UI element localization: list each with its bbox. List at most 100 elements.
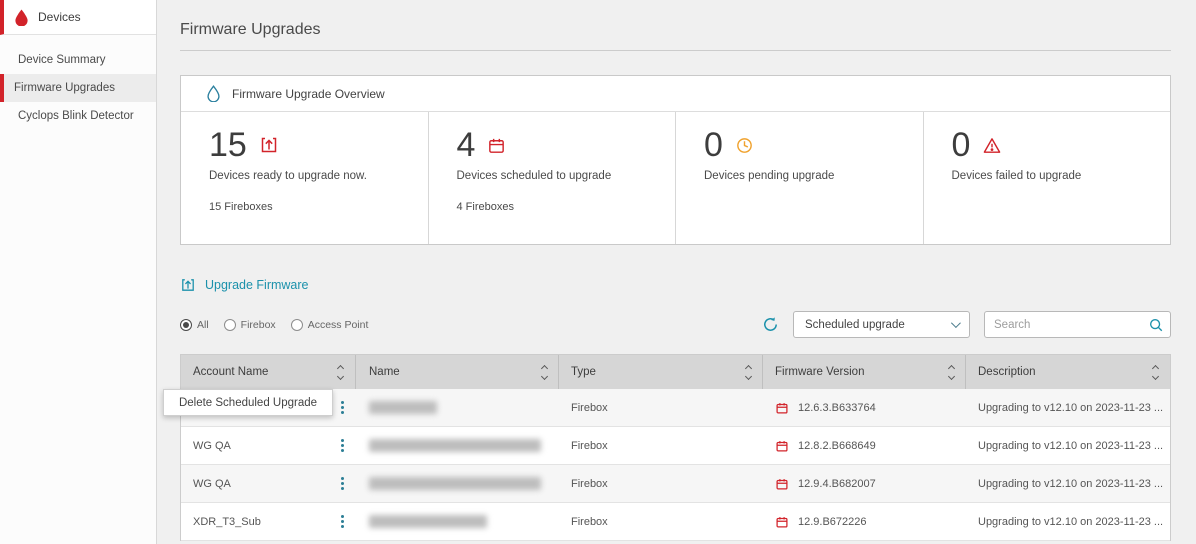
- title-divider: [180, 50, 1171, 51]
- firmware-version: 12.8.2.B668649: [798, 440, 876, 452]
- warning-icon: [982, 136, 1002, 155]
- upgrade-status-dropdown[interactable]: Scheduled upgrade: [793, 311, 970, 338]
- redacted-name-blur: [369, 477, 541, 490]
- account-cell: WG QA: [181, 478, 356, 490]
- page-title: Firmware Upgrades: [180, 0, 1171, 39]
- firmware-overview-card: Firmware Upgrade Overview 15 Devices rea…: [180, 75, 1171, 245]
- stat-scheduled-to-upgrade: 4 Devices scheduled to upgrade 4 Firebox…: [429, 112, 677, 244]
- column-label: Type: [571, 366, 596, 378]
- search-icon[interactable]: [1148, 317, 1164, 333]
- sidebar-item-cyclops-blink-detector[interactable]: Cyclops Blink Detector: [0, 102, 156, 130]
- table-row[interactable]: XDR_T3_Sub Firebox 12.9.B672226 Upgradin…: [181, 503, 1170, 541]
- device-type-filter: All Firebox Access Point: [180, 319, 368, 331]
- sort-icon[interactable]: [1153, 366, 1158, 379]
- redacted-name-blur: [369, 401, 437, 414]
- stat-label: Devices ready to upgrade now.: [209, 170, 418, 182]
- column-header-name[interactable]: Name: [356, 355, 559, 389]
- column-header-description[interactable]: Description: [966, 355, 1170, 389]
- watchguard-drop-icon: [14, 9, 29, 26]
- table-row[interactable]: WG QA Firebox 12.8.2.B668649 Upgrading t…: [181, 427, 1170, 465]
- calendar-icon: [775, 515, 789, 529]
- radio-dot: [224, 319, 236, 331]
- sort-icon[interactable]: [542, 366, 547, 379]
- sort-icon[interactable]: [949, 366, 954, 379]
- account-cell: XDR_T3_Sub: [181, 516, 356, 528]
- upload-icon: [259, 135, 279, 155]
- sidebar-header[interactable]: Devices: [0, 0, 156, 35]
- sidebar-item-label: Device Summary: [18, 54, 106, 66]
- radio-dot: [291, 319, 303, 331]
- description-cell: Upgrading to v12.10 on 2023-11-23 ...: [966, 440, 1170, 452]
- stat-sublabel: 4 Fireboxes: [457, 201, 666, 213]
- type-cell: Firebox: [559, 440, 763, 452]
- firmware-version: 12.6.3.B633764: [798, 402, 876, 414]
- description-cell: Upgrading to v12.10 on 2023-11-23 ...: [966, 478, 1170, 490]
- search-input[interactable]: [994, 319, 1148, 331]
- overview-card-header: Firmware Upgrade Overview: [181, 76, 1170, 112]
- overview-title: Firmware Upgrade Overview: [232, 87, 385, 101]
- name-cell: [356, 401, 559, 414]
- radio-access-point[interactable]: Access Point: [291, 319, 369, 331]
- sidebar-item-firmware-upgrades[interactable]: Firmware Upgrades: [0, 74, 156, 102]
- radio-all[interactable]: All: [180, 319, 209, 331]
- row-menu-button[interactable]: [341, 406, 344, 409]
- firmware-version: 12.9.4.B682007: [798, 478, 876, 490]
- radio-dot: [180, 319, 192, 331]
- chevron-down-icon: [951, 318, 961, 328]
- row-menu-button[interactable]: [341, 444, 344, 447]
- radio-firebox[interactable]: Firebox: [224, 319, 276, 331]
- row-menu-button[interactable]: [341, 520, 344, 523]
- description-cell: Upgrading to v12.10 on 2023-11-23 ...: [966, 402, 1170, 414]
- column-header-firmware-version[interactable]: Firmware Version: [763, 355, 966, 389]
- calendar-icon: [775, 477, 789, 491]
- firmware-version-cell: 12.9.B672226: [763, 515, 966, 529]
- sidebar-header-label: Devices: [38, 10, 81, 24]
- upgrade-firmware-label: Upgrade Firmware: [205, 278, 309, 292]
- redacted-name-blur: [369, 439, 541, 452]
- stat-value: 0: [952, 128, 971, 162]
- sidebar-menu: Device Summary Firmware Upgrades Cyclops…: [0, 46, 156, 130]
- stat-value: 4: [457, 128, 476, 162]
- sidebar: Devices Device Summary Firmware Upgrades…: [0, 0, 157, 544]
- stat-pending-upgrade: 0 Devices pending upgrade: [676, 112, 924, 244]
- table-header: Account Name Name Type Firmware Version …: [181, 355, 1170, 389]
- radio-label: Access Point: [308, 319, 369, 331]
- account-name: XDR_T3_Sub: [193, 516, 261, 528]
- upgrade-firmware-button[interactable]: Upgrade Firmware: [180, 277, 309, 293]
- firmware-upgrades-table: Account Name Name Type Firmware Version …: [180, 354, 1171, 541]
- refresh-button[interactable]: [761, 315, 780, 334]
- sort-icon[interactable]: [746, 366, 751, 379]
- description-cell: Upgrading to v12.10 on 2023-11-23 ...: [966, 516, 1170, 528]
- table-row[interactable]: WG QA Firebox 12.9.4.B682007 Upgrading t…: [181, 465, 1170, 503]
- firmware-version-cell: 12.8.2.B668649: [763, 439, 966, 453]
- search-box: [984, 311, 1171, 338]
- firmware-version-cell: 12.9.4.B682007: [763, 477, 966, 491]
- stat-value: 0: [704, 128, 723, 162]
- menu-item-delete-scheduled-upgrade[interactable]: Delete Scheduled Upgrade: [179, 397, 317, 409]
- column-header-type[interactable]: Type: [559, 355, 763, 389]
- sort-icon[interactable]: [338, 366, 343, 379]
- sidebar-item-device-summary[interactable]: Device Summary: [0, 46, 156, 74]
- type-cell: Firebox: [559, 478, 763, 490]
- radio-label: All: [197, 319, 209, 331]
- stat-sublabel: 15 Fireboxes: [209, 201, 418, 213]
- name-cell: [356, 439, 559, 452]
- column-label: Name: [369, 366, 400, 378]
- calendar-icon: [775, 439, 789, 453]
- account-name: WG QA: [193, 478, 231, 490]
- sidebar-item-label: Cyclops Blink Detector: [18, 110, 134, 122]
- clock-icon: [735, 136, 754, 155]
- type-cell: Firebox: [559, 516, 763, 528]
- column-label: Description: [978, 366, 1036, 378]
- column-header-account-name[interactable]: Account Name: [181, 355, 356, 389]
- redacted-name-blur: [369, 515, 487, 528]
- upload-icon: [180, 277, 196, 293]
- calendar-icon: [487, 136, 506, 155]
- type-cell: Firebox: [559, 402, 763, 414]
- column-label: Account Name: [193, 366, 268, 378]
- firmware-version: 12.9.B672226: [798, 516, 867, 528]
- stat-label: Devices failed to upgrade: [952, 170, 1161, 182]
- row-menu-button[interactable]: [341, 482, 344, 485]
- stat-label: Devices pending upgrade: [704, 170, 913, 182]
- dropdown-value: Scheduled upgrade: [805, 319, 905, 331]
